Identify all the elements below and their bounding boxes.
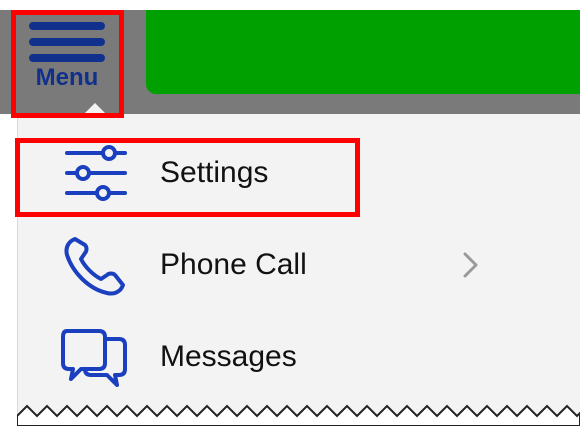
hamburger-icon-bar [29,54,105,62]
menu-item-label: Phone Call [160,248,307,281]
menu-item-label: Settings [160,156,269,189]
menu-item-label: Messages [160,340,297,373]
chevron-right-icon [463,252,478,278]
menu-button[interactable]: Menu [19,10,115,108]
hamburger-icon-bar [29,22,105,30]
phone-icon [64,237,125,296]
green-banner [146,10,580,94]
chat-bubbles-icon [61,329,127,387]
menu-item-messages[interactable]: Messages [17,311,580,403]
sliders-icon [65,145,127,201]
menu-item-phone-call[interactable]: Phone Call [17,219,580,311]
hamburger-icon-bar [29,38,105,46]
menu-item-settings[interactable]: Settings [17,127,580,219]
top-strip [0,0,580,10]
torn-edge [17,404,580,426]
menu-button-label: Menu [35,64,99,91]
